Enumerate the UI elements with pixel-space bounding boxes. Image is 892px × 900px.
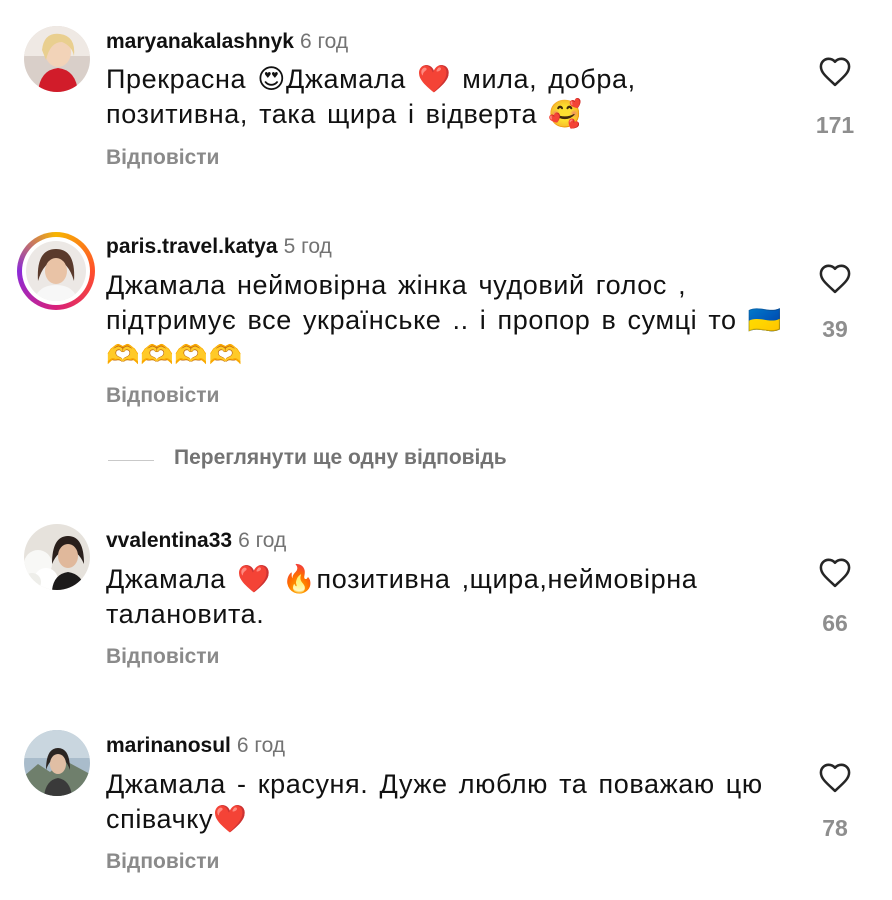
avatar[interactable] <box>24 730 90 796</box>
avatar-image <box>26 241 86 301</box>
comment-time: 5 год <box>283 235 332 258</box>
like-count: 78 <box>822 815 848 841</box>
comment-time: 6 год <box>238 529 287 552</box>
like-button[interactable] <box>815 762 855 793</box>
reply-button[interactable]: Відповісти <box>106 645 219 669</box>
avatar[interactable] <box>24 26 90 92</box>
comment-text: Джамала ❤️ 🔥позитивна ,щира,неймовірна т… <box>106 564 698 629</box>
comment-text: Прекрасна 😍Джамала ❤️ мила, добра, позит… <box>106 64 636 129</box>
like-count: 171 <box>815 112 855 138</box>
like-button[interactable] <box>815 56 855 87</box>
avatar-story-ring[interactable] <box>17 232 95 310</box>
like-button[interactable] <box>815 263 855 294</box>
reply-button[interactable]: Відповісти <box>106 850 219 874</box>
like-count: 66 <box>822 610 848 636</box>
avatar <box>26 241 86 301</box>
username[interactable]: vvalentina33 <box>106 529 232 552</box>
like-button[interactable] <box>815 557 855 588</box>
view-more-replies-label: Переглянути ще одну відповідь <box>174 446 507 469</box>
heart-outline-icon <box>819 558 851 588</box>
username[interactable]: marinanosul <box>106 734 231 757</box>
heart-outline-icon <box>819 57 851 87</box>
reply-button[interactable]: Відповісти <box>106 384 219 408</box>
view-more-replies[interactable]: Переглянути ще одну відповідь <box>108 446 708 476</box>
comment-header: maryanakalashnyk 6 год <box>106 29 348 55</box>
reply-button[interactable]: Відповісти <box>106 146 219 170</box>
like-count: 39 <box>822 316 848 342</box>
comment-text: Джамала - красуня. Дуже люблю та поважаю… <box>106 769 763 834</box>
heart-outline-icon <box>819 763 851 793</box>
comment-header: vvalentina33 6 год <box>106 528 286 554</box>
avatar-image <box>24 730 90 796</box>
comment-header: paris.travel.katya 5 год <box>106 234 332 260</box>
comment-header: marinanosul 6 год <box>106 733 285 759</box>
avatar-image <box>24 26 90 92</box>
avatar[interactable] <box>24 524 90 590</box>
heart-outline-icon <box>819 264 851 294</box>
username[interactable]: maryanakalashnyk <box>106 30 294 53</box>
username[interactable]: paris.travel.katya <box>106 235 278 258</box>
divider-line <box>108 460 154 461</box>
comment-time: 6 год <box>299 30 349 53</box>
comment-time: 6 год <box>236 734 286 757</box>
comment-text: Джамала неймовірна жінка чудовий голос ,… <box>106 270 782 370</box>
avatar-image <box>24 524 90 590</box>
